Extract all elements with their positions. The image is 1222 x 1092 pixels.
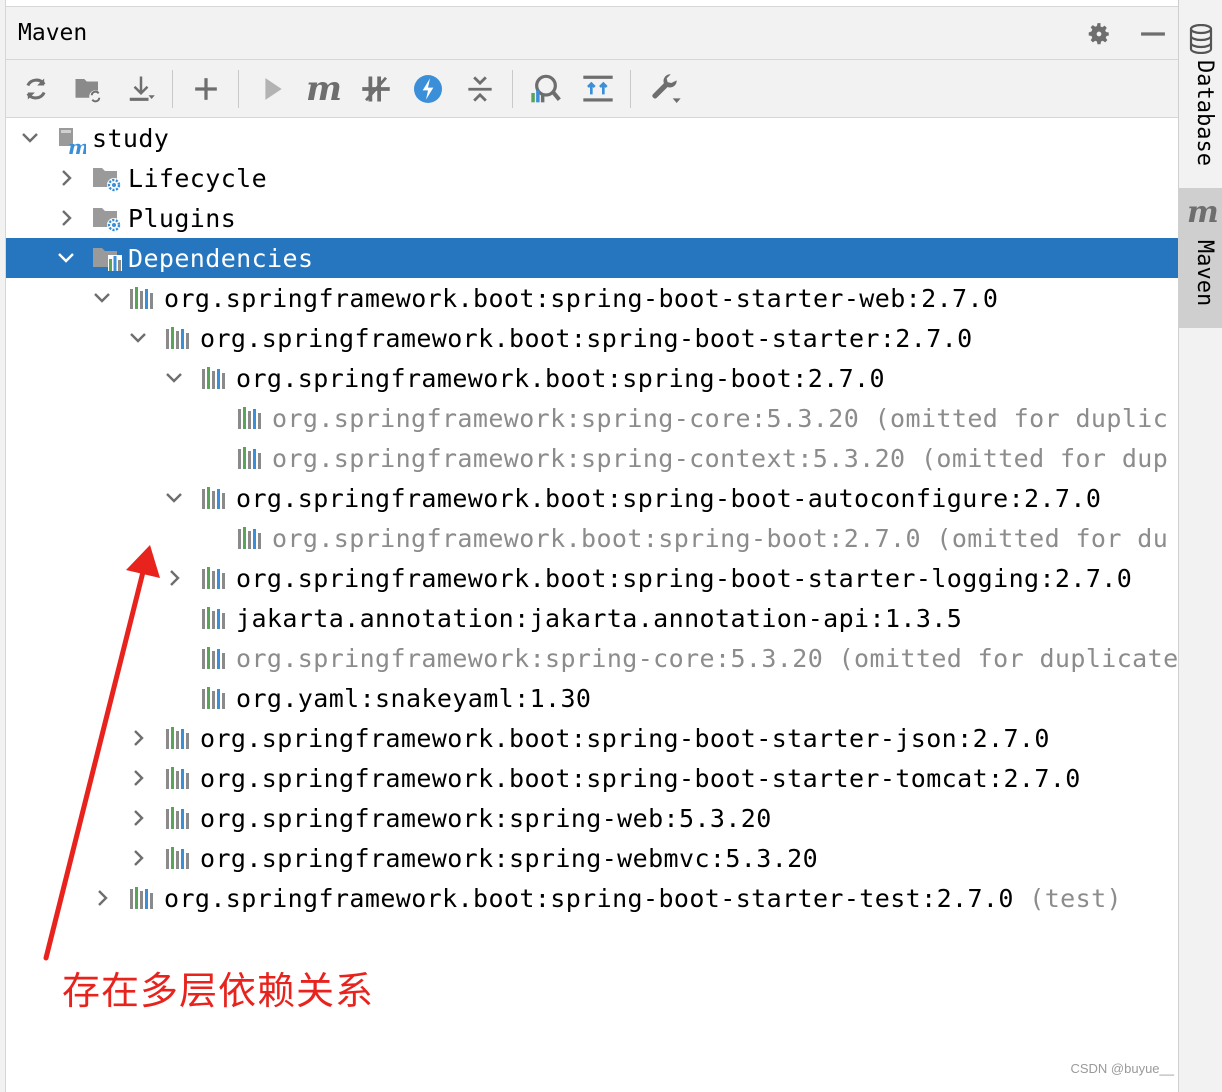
annotation-text: 存在多层依赖关系	[62, 969, 375, 1013]
maven-tool-window: Maven m study Lifecycle Plugins Dependen…	[0, 0, 1222, 1092]
annotation-arrow	[43, 545, 160, 961]
watermark: CSDN @buyue__	[1070, 1061, 1174, 1076]
